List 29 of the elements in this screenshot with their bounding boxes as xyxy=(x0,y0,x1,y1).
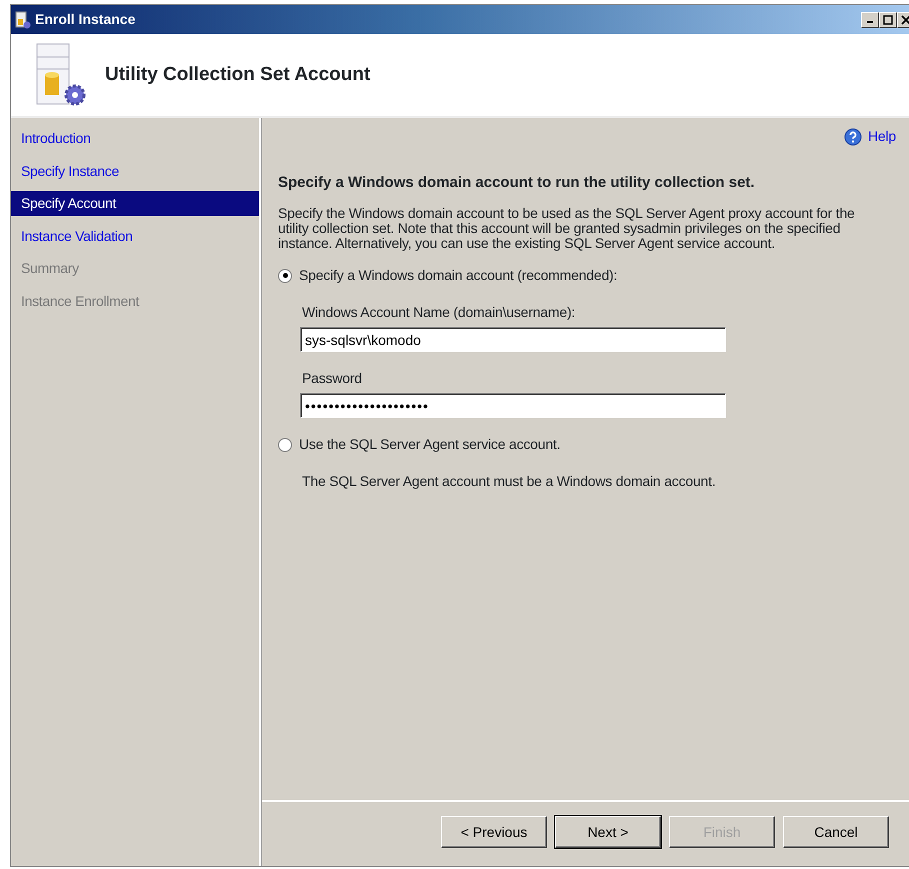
minimize-button[interactable] xyxy=(861,12,879,28)
dialog-button[interactable]: Next > xyxy=(555,816,661,848)
section-heading: Specify a Windows domain account to run the utility collection set. xyxy=(278,172,756,192)
password-field[interactable]: ••••••••••••••••••••• xyxy=(300,393,726,418)
database-gear-icon xyxy=(35,43,87,107)
help-link[interactable]: Help xyxy=(844,126,896,147)
maximize-icon xyxy=(883,14,893,25)
dialog-button[interactable]: < Previous xyxy=(441,816,547,848)
field-label: Password xyxy=(302,369,363,388)
note-text: The SQL Server Agent account must be a Windows domain account. xyxy=(302,472,717,491)
sidebar-item[interactable]: Specify Instance xyxy=(11,158,259,184)
sidebar-item[interactable]: Specify Account xyxy=(11,191,259,216)
close-icon xyxy=(901,14,909,25)
radio-label: Specify a Windows domain account (recommended): xyxy=(299,266,618,285)
radio-button[interactable] xyxy=(278,268,292,282)
radio-label: Use the SQL Server Agent service account. xyxy=(299,435,560,454)
maximize-button[interactable] xyxy=(879,12,897,28)
app-icon xyxy=(15,10,31,28)
window-title: Enroll Instance xyxy=(35,10,136,29)
radio-button[interactable] xyxy=(278,438,292,452)
input-field[interactable]: sys-sqlsvr\komodo xyxy=(300,327,726,352)
field-label: Windows Account Name (domain\username): xyxy=(302,303,576,322)
sidebar-item[interactable]: Introduction xyxy=(11,126,259,151)
sidebar-item[interactable]: Instance Validation xyxy=(11,224,259,249)
dialog-button[interactable]: Cancel xyxy=(783,816,889,848)
help-icon xyxy=(844,128,862,146)
minimize-icon xyxy=(867,21,873,23)
description-text: Specify the Windows domain account to be used as the SQL Server Agent proxy account for the utility collection set. Note that this account will be granted sysadmin privileges on the specified instance. Alternatively, you can use the existing SQL Server Agent service account. xyxy=(278,206,856,251)
page-title: Utility Collection Set Account xyxy=(105,64,370,86)
